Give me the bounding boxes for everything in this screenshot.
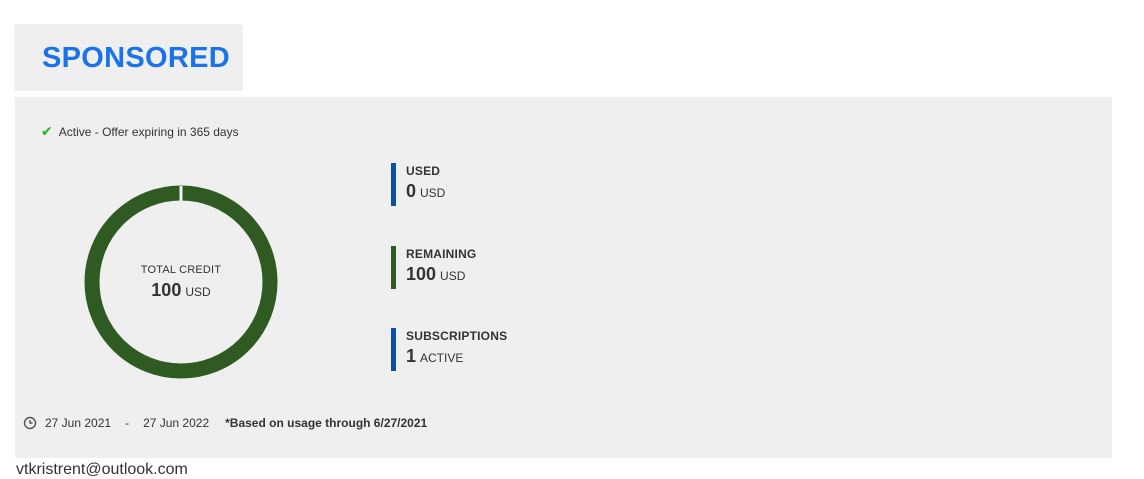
total-credit-value-row: 100 USD — [151, 280, 210, 301]
stat-subscriptions[interactable]: SUBSCRIPTIONS 1 ACTIVE — [391, 328, 507, 371]
stat-remaining: REMAINING 100 USD — [391, 246, 476, 289]
billing-period: 27 Jun 2021 - 27 Jun 2022 *Based on usag… — [23, 416, 427, 430]
remaining-value-row: 100 USD — [406, 264, 476, 285]
subscriptions-value-row: 1 ACTIVE — [406, 346, 507, 367]
tab-title: SPONSORED — [42, 42, 231, 74]
credit-panel: ✔ Active - Offer expiring in 365 days TOT… — [15, 97, 1112, 458]
checkmark-icon: ✔ — [41, 123, 53, 139]
donut-center: TOTAL CREDIT 100 USD — [83, 184, 279, 380]
total-credit-label: TOTAL CREDIT — [140, 263, 222, 276]
clock-icon — [23, 416, 37, 430]
end-date: 27 Jun 2022 — [143, 416, 210, 430]
remaining-label: REMAINING — [406, 247, 477, 261]
subscriptions-label: SUBSCRIPTIONS — [406, 329, 508, 343]
stat-used: USED 0 USD — [391, 163, 445, 206]
subscriptions-unit: ACTIVE — [420, 351, 464, 365]
remaining-value: 100 — [406, 264, 437, 284]
total-credit-unit: USD — [185, 284, 211, 299]
status-text: Active - Offer expiring in 365 days — [58, 125, 239, 139]
used-value-row: 0 USD — [406, 181, 445, 202]
used-value: 0 — [406, 181, 417, 201]
status-line: ✔ Active - Offer expiring in 365 days — [41, 123, 239, 140]
subscriptions-value: 1 — [406, 346, 417, 366]
date-separator: - — [125, 416, 130, 430]
sponsored-tab[interactable]: SPONSORED — [14, 24, 243, 91]
account-email: vtkristrent@outlook.com — [16, 461, 188, 478]
used-label: USED — [406, 164, 441, 178]
start-date: 27 Jun 2021 — [45, 416, 112, 430]
total-credit-value: 100 — [151, 279, 182, 300]
usage-note: *Based on usage through 6/27/2021 — [225, 416, 428, 430]
used-unit: USD — [420, 186, 446, 200]
remaining-unit: USD — [440, 269, 466, 283]
